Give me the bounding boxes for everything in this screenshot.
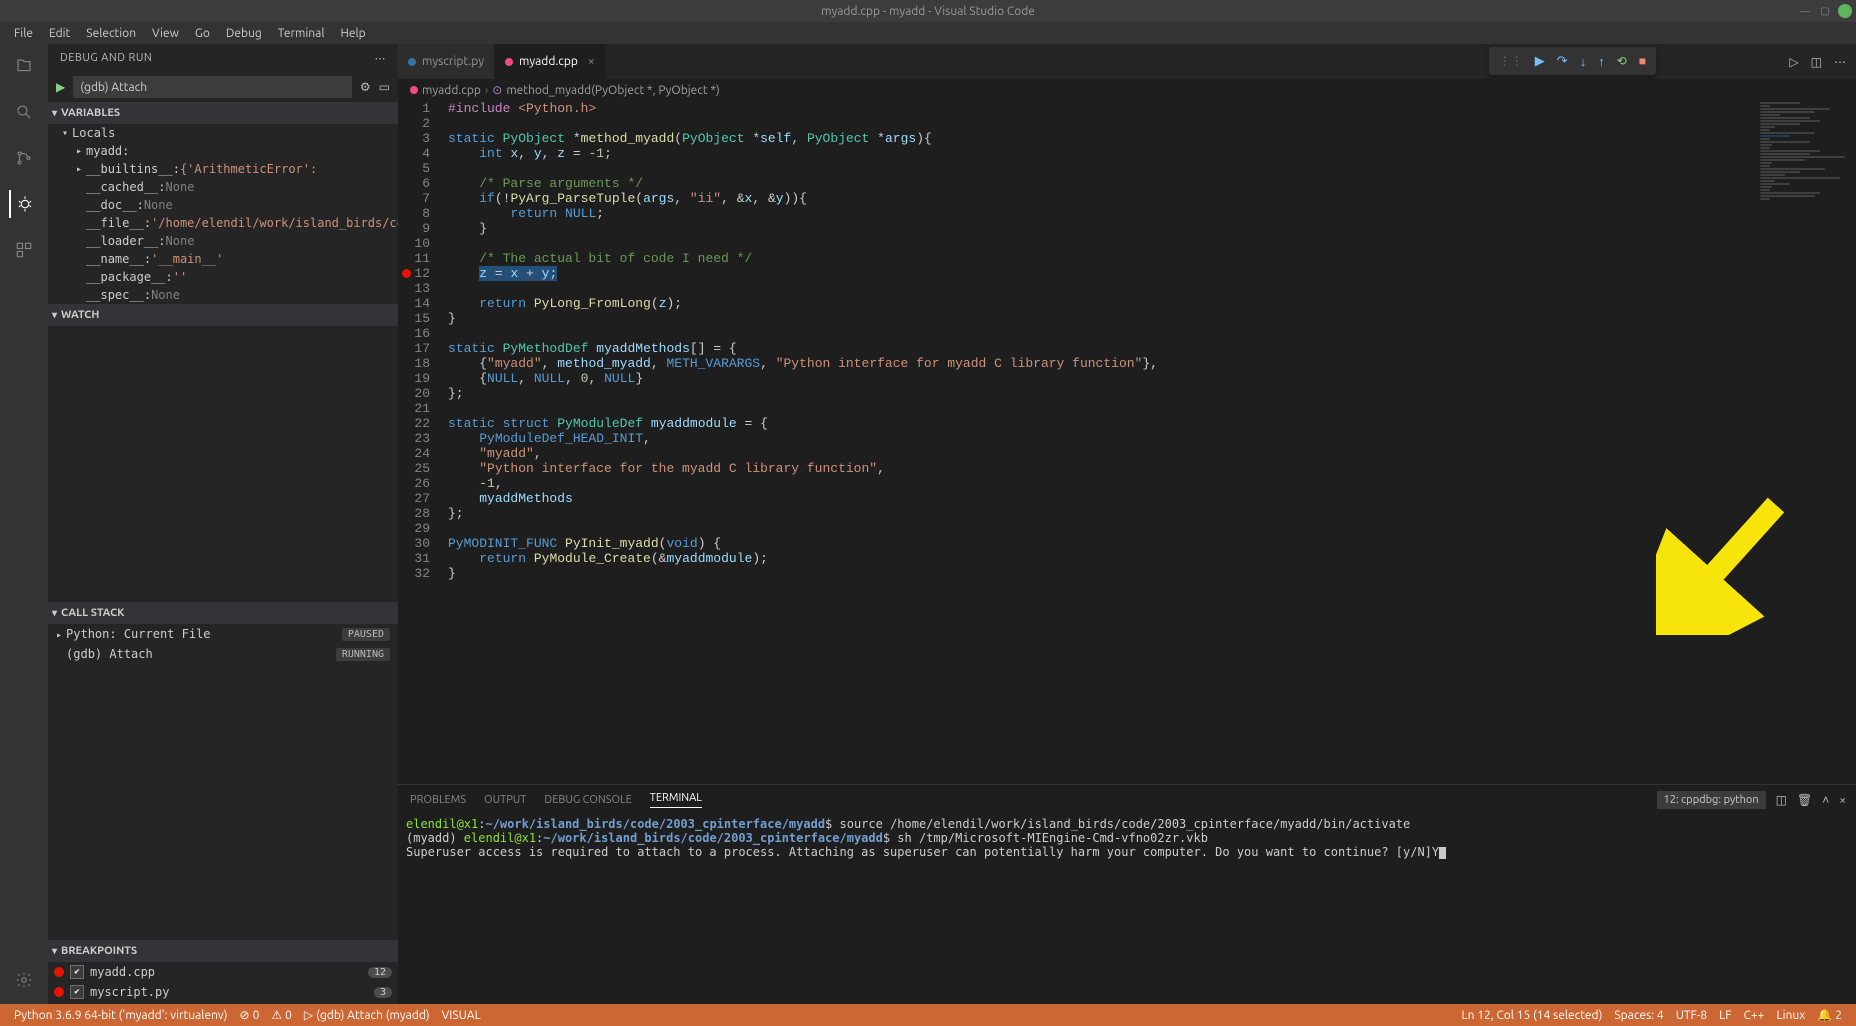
start-debug-icon[interactable]: ▶ xyxy=(56,80,65,94)
status-notifications[interactable]: 🔔 2 xyxy=(1811,1008,1848,1022)
editor-more-icon[interactable]: ⋯ xyxy=(1834,55,1846,69)
debug-toolbar-floating[interactable]: ⋮⋮ ▶ ↷ ↓ ↑ ⟲ ■ xyxy=(1489,47,1656,75)
status-os[interactable]: Linux xyxy=(1770,1008,1811,1022)
debug-sidebar: DEBUG AND RUN ⋯ ▶ (gdb) Attach ⚙ ▭ ▾VARI… xyxy=(48,44,398,1004)
restart-icon[interactable]: ⟲ xyxy=(1617,54,1627,68)
breadcrumb[interactable]: myadd.cpp › ⊙ method_myadd(PyObject *, P… xyxy=(398,79,1856,101)
menu-selection[interactable]: Selection xyxy=(78,25,144,42)
maximize-icon[interactable]: ▢ xyxy=(1818,4,1832,18)
callstack-item[interactable]: ▸Python: Current FilePAUSED xyxy=(48,624,398,644)
variable-row[interactable]: ▸__file__: '/home/elendil/work/island_bi… xyxy=(48,214,398,232)
search-icon[interactable] xyxy=(10,98,38,126)
status-bar: Python 3.6.9 64-bit ('myadd': virtualenv… xyxy=(0,1004,1856,1026)
continue-icon[interactable]: ▶ xyxy=(1535,54,1545,69)
status-errors[interactable]: ⊘ 0 xyxy=(234,1008,266,1022)
drag-handle-icon[interactable]: ⋮⋮ xyxy=(1499,54,1523,68)
status-python[interactable]: Python 3.6.9 64-bit ('myadd': virtualenv… xyxy=(8,1009,234,1022)
step-out-icon[interactable]: ↑ xyxy=(1598,54,1605,69)
minimize-icon[interactable]: — xyxy=(1798,4,1812,18)
method-icon: ⊙ xyxy=(492,83,502,97)
terminal-cursor xyxy=(1439,847,1446,859)
run-icon[interactable]: ▷ xyxy=(1789,55,1798,69)
minimap[interactable] xyxy=(1756,101,1856,401)
debug-icon[interactable] xyxy=(9,190,37,218)
variable-row[interactable]: ▸__cached__: None xyxy=(48,178,398,196)
variable-row[interactable]: ▸__name__: '__main__' xyxy=(48,250,398,268)
locals-scope[interactable]: ▾Locals xyxy=(48,124,398,142)
panel-up-icon[interactable]: ˄ xyxy=(1822,793,1829,807)
extensions-icon[interactable] xyxy=(10,236,38,264)
menu-go[interactable]: Go xyxy=(187,25,218,42)
panel-tab-problems[interactable]: PROBLEMS xyxy=(410,794,466,806)
breakpoints-section-header[interactable]: ▾BREAKPOINTS xyxy=(48,940,398,962)
editor-area: myscript.py myadd.cpp × ⋮⋮ ▶ ↷ ↓ ↑ ⟲ ■ ▷… xyxy=(398,44,1856,1004)
callstack-section-header[interactable]: ▾CALL STACK xyxy=(48,602,398,624)
split-terminal-icon[interactable]: ◫ xyxy=(1776,793,1787,807)
close-icon[interactable] xyxy=(1838,4,1852,18)
status-encoding[interactable]: UTF-8 xyxy=(1670,1008,1713,1022)
menu-file[interactable]: File xyxy=(6,25,41,42)
menu-edit[interactable]: Edit xyxy=(41,25,78,42)
debug-config-select[interactable]: (gdb) Attach xyxy=(73,76,352,98)
terminal[interactable]: elendil@x1:~/work/island_birds/code/2003… xyxy=(398,815,1856,1004)
breakpoint-item[interactable]: ✔myadd.cpp12 xyxy=(48,962,398,982)
kill-terminal-icon[interactable]: 🗑 xyxy=(1797,793,1812,807)
status-eol[interactable]: LF xyxy=(1713,1008,1737,1022)
explorer-icon[interactable] xyxy=(10,52,38,80)
panel-close-icon[interactable]: × xyxy=(1839,794,1846,807)
variable-row[interactable]: ▸__loader__: None xyxy=(48,232,398,250)
python-file-icon xyxy=(408,58,416,66)
status-indent[interactable]: Spaces: 4 xyxy=(1608,1008,1669,1022)
cpp-file-icon xyxy=(505,58,513,66)
step-over-icon[interactable]: ↷ xyxy=(1557,54,1568,69)
status-debug-target[interactable]: ▷ (gdb) Attach (myadd) xyxy=(298,1008,436,1022)
variable-row[interactable]: ▸myadd: xyxy=(48,142,398,160)
variable-row[interactable]: ▸__spec__: None xyxy=(48,286,398,304)
menu-debug[interactable]: Debug xyxy=(218,25,270,42)
status-cursor-pos[interactable]: Ln 12, Col 15 (14 selected) xyxy=(1456,1008,1609,1022)
menubar: File Edit Selection View Go Debug Termin… xyxy=(0,22,1856,44)
tab-myadd[interactable]: myadd.cpp × xyxy=(495,44,606,79)
breakpoint-item[interactable]: ✔myscript.py3 xyxy=(48,982,398,1002)
variable-row[interactable]: ▸__doc__: None xyxy=(48,196,398,214)
debug-settings-icon[interactable]: ⚙ xyxy=(360,80,371,94)
status-warnings[interactable]: ⚠ 0 xyxy=(265,1008,298,1022)
panel-tab-terminal[interactable]: TERMINAL xyxy=(650,792,702,808)
split-editor-icon[interactable]: ◫ xyxy=(1811,55,1822,69)
stop-icon[interactable]: ■ xyxy=(1639,54,1646,68)
panel-tab-output[interactable]: OUTPUT xyxy=(484,794,526,806)
debug-console-toggle-icon[interactable]: ▭ xyxy=(379,80,390,94)
window-title: myadd.cpp - myadd - Visual Studio Code xyxy=(821,5,1035,18)
menu-help[interactable]: Help xyxy=(332,25,373,42)
status-vim-mode: VISUAL xyxy=(436,1009,487,1022)
callstack-item[interactable]: ▸(gdb) AttachRUNNING xyxy=(48,644,398,664)
watch-section-header[interactable]: ▾WATCH xyxy=(48,304,398,326)
code-editor[interactable]: 1#include <Python.h>23static PyObject *m… xyxy=(398,101,1856,784)
variables-section-header[interactable]: ▾VARIABLES xyxy=(48,102,398,124)
cpp-file-icon xyxy=(410,86,418,94)
terminal-select[interactable]: 12: cppdbg: python xyxy=(1657,791,1766,809)
menu-terminal[interactable]: Terminal xyxy=(270,25,333,42)
editor-tabbar: myscript.py myadd.cpp × ⋮⋮ ▶ ↷ ↓ ↑ ⟲ ■ ▷… xyxy=(398,44,1856,79)
step-into-icon[interactable]: ↓ xyxy=(1580,54,1587,69)
bottom-panel: PROBLEMS OUTPUT DEBUG CONSOLE TERMINAL 1… xyxy=(398,784,1856,1004)
settings-gear-icon[interactable] xyxy=(10,966,38,994)
titlebar: myadd.cpp - myadd - Visual Studio Code —… xyxy=(0,0,1856,22)
sidebar-more-icon[interactable]: ⋯ xyxy=(375,52,387,65)
scm-icon[interactable] xyxy=(10,144,38,172)
close-tab-icon[interactable]: × xyxy=(588,55,595,68)
tab-myscript[interactable]: myscript.py xyxy=(398,44,495,79)
panel-tab-debugconsole[interactable]: DEBUG CONSOLE xyxy=(544,794,631,806)
variable-row[interactable]: ▸__package__: '' xyxy=(48,268,398,286)
sidebar-title: DEBUG AND RUN xyxy=(60,52,152,64)
variable-row[interactable]: ▸__builtins__: {'ArithmeticError': xyxy=(48,160,398,178)
status-language[interactable]: C++ xyxy=(1738,1008,1771,1022)
activity-bar xyxy=(0,44,48,1004)
menu-view[interactable]: View xyxy=(144,25,187,42)
